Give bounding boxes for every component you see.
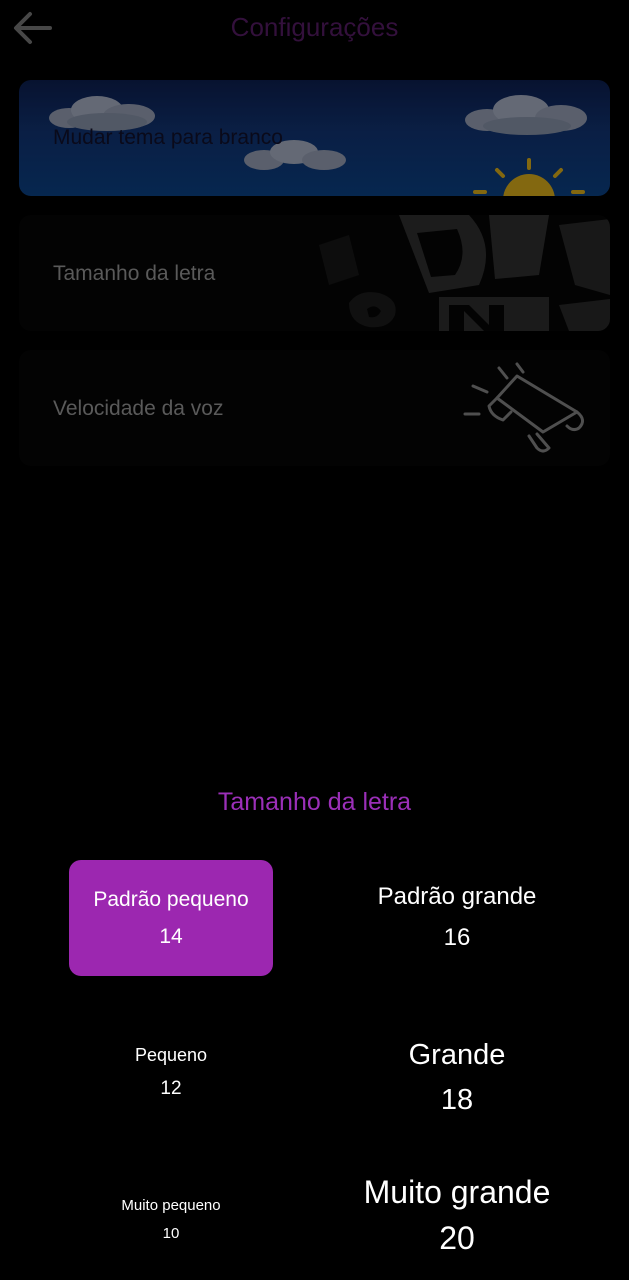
font-option-name: Padrão pequeno	[93, 887, 249, 911]
font-size-label: Tamanho da letra	[53, 262, 216, 285]
font-option-pequeno[interactable]: Pequeno 12	[69, 1018, 273, 1128]
top-app-bar: Configurações	[0, 0, 629, 58]
megaphone-icon	[463, 362, 584, 453]
font-option-name: Muito pequeno	[121, 1197, 221, 1214]
font-option-name: Grande	[408, 1039, 506, 1072]
font-option-padrao-pequeno[interactable]: Padrão pequeno 14	[69, 860, 273, 976]
theme-toggle-card[interactable]: Mudar tema para branco	[19, 80, 610, 196]
font-option-size: 18	[440, 1084, 474, 1116]
sheet-title: Tamanho da letra	[217, 788, 412, 816]
font-option-name: Pequeno	[134, 1044, 208, 1065]
font-option-size: 10	[162, 1225, 180, 1242]
font-size-sheet: Tamanho da letra Padrão pequeno 14 Padrã…	[0, 760, 629, 1280]
theme-toggle-label: Mudar tema para branco	[53, 126, 283, 149]
sun-icon	[473, 158, 585, 196]
font-size-card[interactable]: Tamanho da letra	[19, 215, 610, 331]
voice-speed-card[interactable]: Velocidade da voz	[19, 350, 610, 466]
settings-screen: Configurações Mudar tema para branco Tam…	[0, 0, 629, 1280]
font-option-size: 20	[439, 1220, 475, 1256]
font-option-padrao-grande[interactable]: Padrão grande 16	[355, 860, 559, 976]
font-option-name: Padrão grande	[377, 883, 537, 911]
font-option-size: 14	[159, 925, 183, 948]
page-title: Configurações	[230, 12, 399, 42]
font-option-muito-pequeno[interactable]: Muito pequeno 10	[69, 1170, 273, 1270]
font-option-size: 12	[160, 1078, 182, 1100]
font-option-name: Muito grande	[363, 1173, 551, 1210]
font-option-size: 16	[443, 924, 471, 951]
letters-graphic	[319, 215, 610, 331]
font-option-grande[interactable]: Grande 18	[340, 1018, 574, 1138]
voice-speed-label: Velocidade da voz	[53, 397, 224, 420]
font-option-muito-grande[interactable]: Muito grande 20	[330, 1158, 584, 1272]
cloud-icon	[465, 95, 587, 135]
